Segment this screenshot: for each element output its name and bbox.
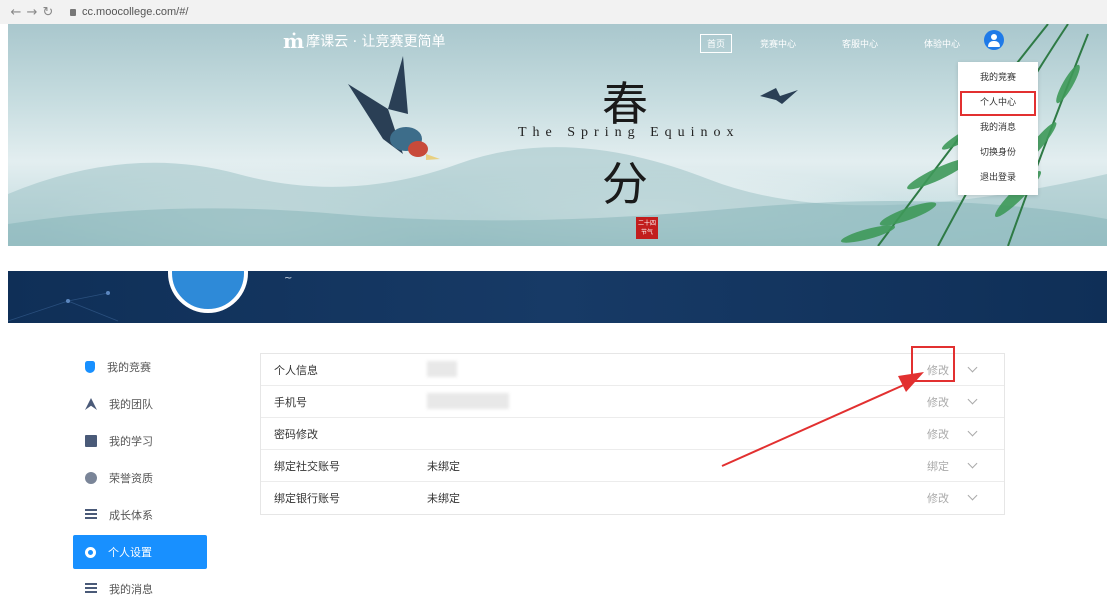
chevron-down-icon[interactable] xyxy=(967,362,978,373)
sidebar-item-growth[interactable]: 成长体系 xyxy=(73,498,207,532)
sidebar-item-personal-settings[interactable]: 个人设置 xyxy=(73,535,207,569)
edit-bank-button[interactable]: 修改 xyxy=(927,490,949,506)
settings-icon xyxy=(85,546,96,558)
arrow-right-icon[interactable]: → xyxy=(24,5,40,20)
edit-password-button[interactable]: 修改 xyxy=(927,426,949,442)
small-swallow-bird xyxy=(760,88,798,104)
chevron-down-icon[interactable] xyxy=(967,426,978,437)
profile-header-strip: ~ xyxy=(8,271,1107,323)
chevron-down-icon[interactable] xyxy=(967,490,978,501)
arrow-left-icon[interactable]: ← xyxy=(8,5,24,20)
medal-icon xyxy=(85,472,97,484)
annotation-highlight-box xyxy=(911,346,955,382)
nav-service-center[interactable]: 客服中心 xyxy=(842,37,878,50)
chevron-down-icon[interactable] xyxy=(967,394,978,405)
sidebar-nav: 我的竞赛 我的团队 我的学习 荣誉资质 成长体系 个人设置 我的消息 xyxy=(73,350,207,599)
swallow-bird xyxy=(348,56,440,160)
bind-social-button[interactable]: 绑定 xyxy=(927,458,949,474)
sidebar-item-label: 个人设置 xyxy=(108,546,152,559)
sidebar-item-label: 我的竞赛 xyxy=(107,361,151,374)
top-nav: 首页 竞赛中心 客服中心 体验中心 xyxy=(700,34,960,53)
banner-subtitle: The Spring Equinox xyxy=(518,125,740,140)
settings-row-personal-info[interactable]: 个人信息 修改 xyxy=(261,354,1004,386)
settings-panel: 个人信息 修改 手机号 修改 密码修改 修改 绑定社交账号 未绑定 绑定 绑定银… xyxy=(260,353,1005,515)
menu-my-competitions[interactable]: 我的竞赛 xyxy=(958,66,1038,91)
sidebar-item-my-team[interactable]: 我的团队 xyxy=(73,387,207,421)
site-logo[interactable]: ṁ 摩课云 · 让竞赛更简单 xyxy=(283,29,446,53)
sidebar-item-label: 我的消息 xyxy=(109,583,153,596)
lock-icon xyxy=(70,8,76,16)
row-label: 个人信息 xyxy=(274,363,318,377)
message-icon xyxy=(85,583,97,595)
logo-text: 摩课云 · 让竞赛更简单 xyxy=(306,34,446,50)
nav-competition-center[interactable]: 竞赛中心 xyxy=(760,37,796,50)
settings-row-bank[interactable]: 绑定银行账号 未绑定 修改 xyxy=(261,482,1004,514)
flag-icon xyxy=(85,398,97,410)
book-icon xyxy=(85,435,97,447)
menu-my-messages[interactable]: 我的消息 xyxy=(958,116,1038,141)
hero-banner: ṁ 摩课云 · 让竞赛更简单 首页 竞赛中心 客服中心 体验中心 春 The S… xyxy=(8,24,1107,246)
sidebar-item-label: 我的学习 xyxy=(109,435,153,448)
chevron-down-icon[interactable] xyxy=(967,458,978,469)
row-value: 未绑定 xyxy=(427,492,460,505)
user-dropdown-menu: 我的竞赛 个人中心 我的消息 切换身份 退出登录 xyxy=(958,62,1038,195)
settings-row-phone[interactable]: 手机号 修改 xyxy=(261,386,1004,418)
row-label: 密码修改 xyxy=(274,427,318,441)
row-label: 绑定社交账号 xyxy=(274,459,340,473)
browser-address-bar: ← → ↻ cc.moocollege.com/#/ xyxy=(0,0,1107,24)
logo-mark: ṁ xyxy=(283,29,305,53)
row-label: 手机号 xyxy=(274,395,307,409)
url-field[interactable]: cc.moocollege.com/#/ xyxy=(70,6,188,18)
url-text: cc.moocollege.com/#/ xyxy=(82,6,189,18)
sidebar-item-my-study[interactable]: 我的学习 xyxy=(73,424,207,458)
growth-icon xyxy=(85,509,97,521)
profile-name: ~ xyxy=(284,273,293,284)
sidebar-item-my-competitions[interactable]: 我的竞赛 xyxy=(73,350,207,384)
edit-phone-button[interactable]: 修改 xyxy=(927,394,949,410)
sidebar-item-label: 我的团队 xyxy=(109,398,153,411)
reload-icon[interactable]: ↻ xyxy=(40,5,56,20)
seal-stamp: 二十四 节气 xyxy=(636,217,658,239)
row-value: 未绑定 xyxy=(427,459,460,473)
sidebar-item-label: 成长体系 xyxy=(109,509,153,522)
sidebar-item-honors[interactable]: 荣誉资质 xyxy=(73,461,207,495)
nav-home[interactable]: 首页 xyxy=(700,34,733,53)
menu-personal-center[interactable]: 个人中心 xyxy=(960,91,1036,116)
sidebar-item-my-messages[interactable]: 我的消息 xyxy=(73,572,207,599)
banner-char-bottom: 分 xyxy=(602,157,648,211)
seal-line-2: 节气 xyxy=(640,229,653,236)
settings-row-social[interactable]: 绑定社交账号 未绑定 绑定 xyxy=(261,450,1004,482)
trophy-icon xyxy=(85,361,95,373)
user-avatar-icon[interactable] xyxy=(984,30,1004,50)
row-label: 绑定银行账号 xyxy=(274,492,340,505)
seal-line-1: 二十四 xyxy=(637,220,656,227)
menu-logout[interactable]: 退出登录 xyxy=(958,166,1038,191)
settings-row-password[interactable]: 密码修改 修改 xyxy=(261,418,1004,450)
redacted-value xyxy=(427,393,509,409)
nav-experience-center[interactable]: 体验中心 xyxy=(924,37,960,50)
menu-switch-identity[interactable]: 切换身份 xyxy=(958,141,1038,166)
redacted-value xyxy=(427,361,457,377)
sidebar-item-label: 荣誉资质 xyxy=(109,472,153,485)
